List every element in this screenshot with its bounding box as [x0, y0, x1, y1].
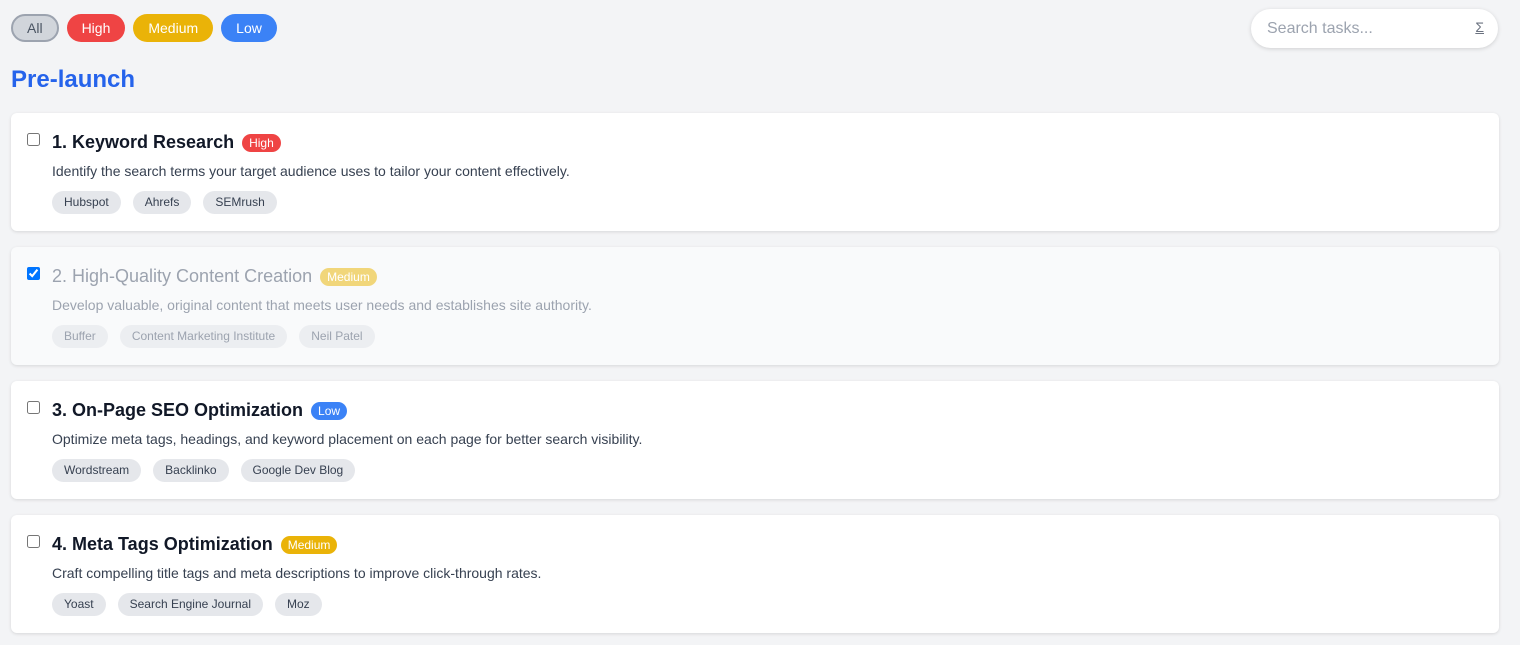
- task-title: 4. Meta Tags Optimization: [52, 534, 273, 554]
- resource-tag[interactable]: Moz: [275, 593, 322, 616]
- task-card-completed: 2. High-Quality Content Creation Medium …: [11, 247, 1499, 365]
- priority-badge: High: [242, 133, 281, 152]
- task-checkbox[interactable]: [27, 133, 40, 146]
- priority-filters: All High Medium Low: [11, 14, 277, 42]
- task-description: Craft compelling title tags and meta des…: [52, 565, 542, 581]
- task-card: 4. Meta Tags Optimization Medium Craft c…: [11, 515, 1499, 633]
- task-checkbox[interactable]: [27, 401, 40, 414]
- section-title: Pre-launch: [11, 66, 136, 93]
- resource-tag[interactable]: Hubspot: [52, 191, 121, 214]
- resource-tag[interactable]: Neil Patel: [299, 325, 375, 348]
- filter-low-button[interactable]: Low: [221, 14, 277, 42]
- task-checkbox[interactable]: [27, 535, 40, 548]
- task-tags: Hubspot Ahrefs SEMrush: [52, 191, 277, 214]
- filter-medium-button[interactable]: Medium: [133, 14, 214, 42]
- task-description: Identify the search terms your target au…: [52, 163, 570, 179]
- resource-tag[interactable]: Ahrefs: [132, 191, 192, 214]
- search-box: Σ: [1251, 9, 1498, 48]
- task-description: Develop valuable, original content that …: [52, 297, 592, 313]
- priority-badge: Low: [311, 401, 348, 420]
- resource-tag[interactable]: Google Dev Blog: [240, 459, 356, 482]
- task-title-row: 4. Meta Tags Optimization Medium: [52, 534, 338, 555]
- search-input[interactable]: [1267, 19, 1457, 38]
- task-title: 1. Keyword Research: [52, 132, 235, 152]
- top-bar: All High Medium Low Σ: [0, 0, 1520, 60]
- resource-tag[interactable]: Buffer: [52, 325, 108, 348]
- task-tags: Yoast Search Engine Journal Moz: [52, 593, 322, 616]
- task-card: 1. Keyword Research High Identify the se…: [11, 113, 1499, 231]
- resource-tag[interactable]: Search Engine Journal: [117, 593, 264, 616]
- task-checkbox[interactable]: [27, 267, 40, 280]
- priority-badge: Medium: [320, 267, 377, 286]
- resource-tag[interactable]: Backlinko: [153, 459, 229, 482]
- sigma-icon[interactable]: Σ: [1475, 19, 1484, 35]
- priority-badge: Medium: [280, 535, 338, 554]
- resource-tag[interactable]: Wordstream: [52, 459, 142, 482]
- filter-all-button[interactable]: All: [11, 14, 59, 42]
- task-title: 2. High-Quality Content Creation: [52, 266, 313, 286]
- filter-high-button[interactable]: High: [66, 14, 126, 42]
- task-title-row: 3. On-Page SEO Optimization Low: [52, 400, 348, 421]
- task-title: 3. On-Page SEO Optimization: [52, 400, 304, 420]
- task-description: Optimize meta tags, headings, and keywor…: [52, 431, 643, 447]
- resource-tag[interactable]: Yoast: [52, 593, 106, 616]
- task-title-row: 2. High-Quality Content Creation Medium: [52, 266, 377, 287]
- resource-tag[interactable]: Content Marketing Institute: [119, 325, 288, 348]
- task-tags: Wordstream Backlinko Google Dev Blog: [52, 459, 356, 482]
- task-card: 3. On-Page SEO Optimization Low Optimize…: [11, 381, 1499, 499]
- resource-tag[interactable]: SEMrush: [203, 191, 277, 214]
- task-title-row: 1. Keyword Research High: [52, 132, 281, 153]
- task-tags: Buffer Content Marketing Institute Neil …: [52, 325, 375, 348]
